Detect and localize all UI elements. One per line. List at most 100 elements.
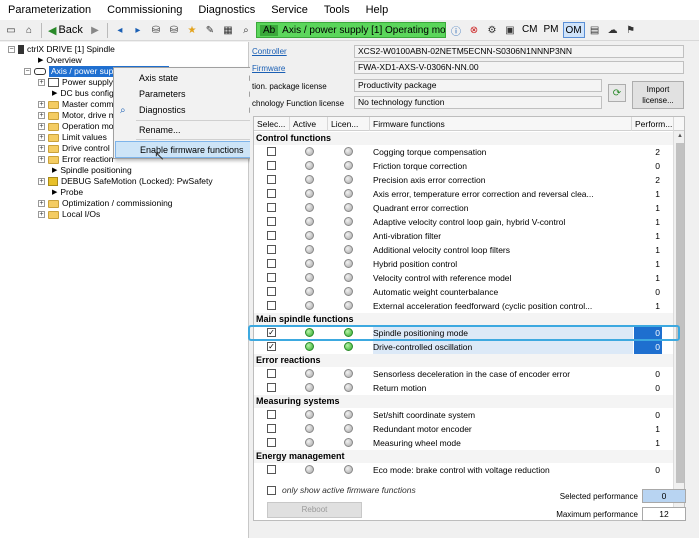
expand-icon[interactable]: + <box>38 79 45 86</box>
tree-item-overview[interactable]: ▶ Overview <box>38 55 82 66</box>
expand-icon[interactable]: + <box>38 178 45 185</box>
menu-parameterization[interactable]: Parameterization <box>0 0 99 20</box>
operating-mode-combo[interactable]: Ab Axis / power supply [1] Operating mod… <box>255 22 446 38</box>
mode-om[interactable]: OM <box>562 22 585 38</box>
expand-icon[interactable]: + <box>38 145 45 152</box>
table-scrollbar[interactable]: ▲ ▼ <box>673 131 684 520</box>
table-row[interactable]: Axis error, temperature error correction… <box>254 187 684 201</box>
select-checkbox[interactable] <box>267 438 276 447</box>
monitor-icon[interactable]: ▣ <box>502 22 518 38</box>
reboot-button[interactable]: Reboot <box>267 502 362 518</box>
extra-icon[interactable]: ⚑ <box>623 22 639 38</box>
select-checkbox[interactable] <box>267 273 276 282</box>
grid-icon[interactable]: ▦ <box>220 22 236 38</box>
select-checkbox[interactable] <box>267 383 276 392</box>
mode-pm[interactable]: PM <box>542 22 561 38</box>
expand-icon[interactable]: + <box>38 123 45 130</box>
mode-cm[interactable]: CM <box>520 22 540 38</box>
select-checkbox[interactable] <box>267 410 276 419</box>
table-row[interactable]: Friction torque correction 0 <box>254 159 684 173</box>
tree-item-local-io[interactable]: + Local I/Os <box>38 209 100 220</box>
tree-item-power-supply[interactable]: + Power supply <box>38 77 113 88</box>
select-checkbox[interactable] <box>267 217 276 226</box>
select-checkbox[interactable] <box>267 175 276 184</box>
only-active-checkbox[interactable] <box>267 486 276 495</box>
tree-item-probe[interactable]: ▶ Probe <box>52 187 83 198</box>
col-header-performance[interactable]: Perform... <box>632 117 674 131</box>
expand-icon[interactable]: + <box>38 101 45 108</box>
table-row[interactable]: Quadrant error correction 1 <box>254 201 684 215</box>
tree-item-motor[interactable]: + Motor, drive m <box>38 110 116 121</box>
tree-item-error-reaction[interactable]: + Error reaction <box>38 154 114 165</box>
table-row[interactable]: Automatic weight counterbalance 0 <box>254 285 684 299</box>
forward-icon[interactable]: ▶ <box>87 22 103 38</box>
tree-root[interactable]: − ctrlX DRIVE [1] Spindle <box>8 44 115 55</box>
tree-item-operation-mode[interactable]: + Operation mod <box>38 121 118 132</box>
window-icon[interactable]: ▭ <box>3 22 19 38</box>
scroll-up-icon[interactable]: ▲ <box>674 131 684 141</box>
col-header-function[interactable]: Firmware functions <box>370 117 632 131</box>
table-row[interactable]: Sensorless deceleration in the case of e… <box>254 367 684 381</box>
select-checkbox[interactable] <box>267 301 276 310</box>
table-row[interactable]: Measuring wheel mode 1 <box>254 436 684 450</box>
table-row[interactable]: Return motion 0 <box>254 381 684 395</box>
drive-up-icon[interactable]: ⛁ <box>166 22 182 38</box>
context-item-enable-firmware[interactable]: Enable firmware functions <box>115 141 261 158</box>
expand-icon[interactable]: + <box>38 200 45 207</box>
table-row[interactable]: ✓ Spindle positioning mode 0 <box>254 326 684 340</box>
tree-item-optimization[interactable]: + Optimization / commissioning <box>38 198 173 209</box>
favorite-icon[interactable]: ★ <box>184 22 200 38</box>
select-checkbox[interactable] <box>267 147 276 156</box>
scrollbar-thumb[interactable] <box>676 143 684 483</box>
tree-item-limit-values[interactable]: + Limit values <box>38 132 107 143</box>
select-checkbox[interactable] <box>267 245 276 254</box>
expand-icon[interactable]: + <box>38 112 45 119</box>
nav-right-icon[interactable]: ▸ <box>130 22 146 38</box>
select-checkbox[interactable]: ✓ <box>267 328 276 337</box>
table-row[interactable]: Set/shift coordinate system 0 <box>254 408 684 422</box>
search-icon[interactable]: ⌕ <box>238 22 254 38</box>
table-row[interactable]: Velocity control with reference model 1 <box>254 271 684 285</box>
select-checkbox[interactable] <box>267 231 276 240</box>
import-license-button[interactable]: Import license... <box>632 81 684 109</box>
controller-link[interactable]: Controller <box>252 47 287 56</box>
context-item-rename[interactable]: Rename... <box>115 122 261 139</box>
home-icon[interactable]: ⌂ <box>21 22 37 38</box>
table-row[interactable]: ✓ Drive-controlled oscillation 0 <box>254 340 684 354</box>
menu-commissioning[interactable]: Commissioning <box>99 0 190 20</box>
tree-item-dc-bus[interactable]: ▶ DC bus configu <box>52 88 119 99</box>
expand-icon[interactable]: + <box>38 134 45 141</box>
network-icon[interactable]: ▤ <box>587 22 603 38</box>
drive-icon[interactable]: ⛁ <box>148 22 164 38</box>
table-row[interactable]: Cogging torque compensation 2 <box>254 145 684 159</box>
tree-item-drive-control[interactable]: + Drive control <box>38 143 110 154</box>
license-refresh-button[interactable]: ⟳ <box>608 84 626 102</box>
expand-icon[interactable]: + <box>38 156 45 163</box>
menu-tools[interactable]: Tools <box>316 0 358 20</box>
select-checkbox[interactable] <box>267 203 276 212</box>
select-checkbox[interactable] <box>267 369 276 378</box>
table-row[interactable]: External acceleration feedforward (cycli… <box>254 299 684 313</box>
tree-item-master-comm[interactable]: + Master commu <box>38 99 118 110</box>
nav-left-icon[interactable]: ◂ <box>112 22 128 38</box>
settings-icon[interactable]: ⚙ <box>484 22 500 38</box>
table-row[interactable]: Additional velocity control loop filters… <box>254 243 684 257</box>
select-checkbox[interactable] <box>267 259 276 268</box>
menu-help[interactable]: Help <box>358 0 397 20</box>
error-icon[interactable]: ⊗ <box>466 22 482 38</box>
expand-icon[interactable]: + <box>38 211 45 218</box>
select-checkbox[interactable] <box>267 161 276 170</box>
menu-service[interactable]: Service <box>263 0 316 20</box>
table-row[interactable]: Eco mode: brake control with voltage red… <box>254 463 684 477</box>
table-row[interactable]: Redundant motor encoder 1 <box>254 422 684 436</box>
select-checkbox[interactable] <box>267 465 276 474</box>
select-checkbox[interactable] <box>267 424 276 433</box>
col-header-selected[interactable]: Selec... <box>254 117 290 131</box>
info-icon[interactable]: ⓘ <box>448 22 464 38</box>
back-button[interactable]: ◀ Back <box>46 24 85 37</box>
tools-icon[interactable]: ✎ <box>202 22 218 38</box>
context-item-parameters[interactable]: Parameters ▶ <box>115 86 261 103</box>
context-item-diagnostics[interactable]: ⌕ Diagnostics ▶ <box>115 102 261 119</box>
cloud-icon[interactable]: ☁ <box>605 22 621 38</box>
tree-item-safemotion[interactable]: + DEBUG SafeMotion (Locked): PwSafety <box>38 176 213 187</box>
